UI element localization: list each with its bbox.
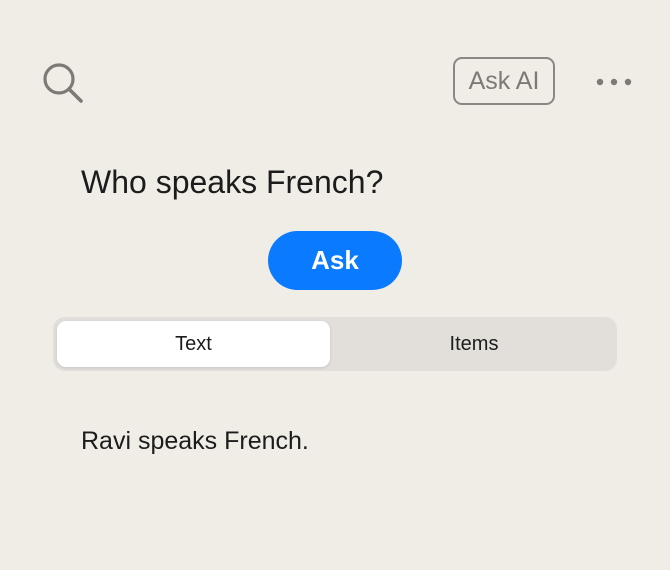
more-horizontal-icon[interactable] bbox=[594, 70, 634, 94]
answer-text: Ravi speaks French. bbox=[81, 427, 309, 455]
ask-ai-button[interactable]: Ask AI bbox=[453, 57, 555, 105]
tab-items[interactable]: Items bbox=[335, 321, 613, 367]
tab-text[interactable]: Text bbox=[57, 321, 330, 367]
ask-button[interactable]: Ask bbox=[268, 231, 402, 290]
ask-ai-screen: Ask AI Who speaks French? Ask Text Items… bbox=[0, 0, 670, 570]
question-text: Who speaks French? bbox=[81, 164, 384, 200]
search-icon[interactable] bbox=[40, 60, 86, 106]
result-view-segmented-control: Text Items bbox=[53, 317, 617, 371]
